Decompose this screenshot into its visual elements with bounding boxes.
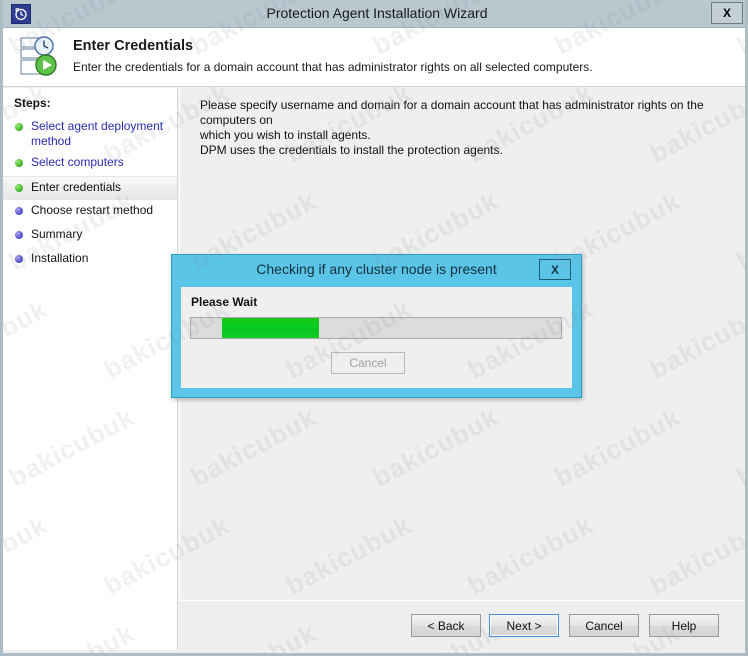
instructions-line-3: DPM uses the credentials to install the … bbox=[200, 143, 503, 157]
sidebar-step-choose-restart-method[interactable]: Choose restart method bbox=[3, 200, 177, 224]
instructions: Please specify username and domain for a… bbox=[200, 98, 720, 158]
step-bullet-icon bbox=[15, 159, 23, 167]
steps-list: Select agent deployment method Select co… bbox=[3, 116, 177, 272]
sidebar-step-installation[interactable]: Installation bbox=[3, 248, 177, 272]
step-bullet-icon bbox=[15, 184, 23, 192]
page-subtitle: Enter the credentials for a domain accou… bbox=[73, 60, 593, 74]
schedule-run-icon bbox=[17, 34, 65, 80]
wizard-window: Protection Agent Installation Wizard X E… bbox=[0, 0, 748, 656]
sidebar-step-select-computers[interactable]: Select computers bbox=[3, 152, 177, 176]
step-bullet-icon bbox=[15, 231, 23, 239]
dialog-close-button[interactable]: X bbox=[539, 259, 571, 280]
step-bullet-icon bbox=[15, 207, 23, 215]
progress-bar bbox=[190, 317, 562, 339]
sidebar-step-summary[interactable]: Summary bbox=[3, 224, 177, 248]
dialog-title: Checking if any cluster node is present bbox=[256, 261, 497, 277]
step-bullet-icon bbox=[15, 255, 23, 263]
window-title: Protection Agent Installation Wizard bbox=[266, 5, 488, 21]
instructions-line-1: Please specify username and domain for a… bbox=[200, 98, 704, 127]
steps-heading: Steps: bbox=[14, 96, 51, 110]
step-label: Enter credentials bbox=[31, 180, 122, 194]
wizard-footer: < Back Next > Cancel Help bbox=[179, 600, 745, 650]
step-label: Summary bbox=[31, 227, 83, 241]
step-label: Installation bbox=[31, 251, 89, 265]
cancel-button[interactable]: Cancel bbox=[569, 614, 639, 637]
progress-bar-fill bbox=[222, 318, 319, 338]
sidebar-step-select-agent-deployment-method[interactable]: Select agent deployment method bbox=[3, 116, 177, 152]
step-label: Select computers bbox=[31, 155, 124, 169]
dialog-cancel-button: Cancel bbox=[331, 352, 405, 374]
step-bullet-icon bbox=[15, 123, 23, 131]
page-title: Enter Credentials bbox=[73, 38, 194, 54]
steps-sidebar: Steps: Select agent deployment method Se… bbox=[3, 88, 178, 650]
sidebar-step-enter-credentials[interactable]: Enter credentials bbox=[3, 176, 177, 200]
please-wait-label: Please Wait bbox=[191, 295, 258, 309]
wizard-header: Enter Credentials Enter the credentials … bbox=[3, 28, 745, 87]
help-button[interactable]: Help bbox=[649, 614, 719, 637]
title-bar: Protection Agent Installation Wizard X bbox=[3, 0, 745, 28]
dialog-body: Please Wait Cancel bbox=[181, 287, 572, 388]
next-button[interactable]: Next > bbox=[489, 614, 559, 637]
step-label: Select agent deployment method bbox=[31, 119, 164, 148]
window-close-button[interactable]: X bbox=[711, 2, 743, 24]
cluster-check-dialog: Checking if any cluster node is present … bbox=[171, 254, 582, 398]
back-button[interactable]: < Back bbox=[411, 614, 481, 637]
step-label: Choose restart method bbox=[31, 203, 154, 217]
instructions-line-2: which you wish to install agents. bbox=[200, 128, 371, 142]
